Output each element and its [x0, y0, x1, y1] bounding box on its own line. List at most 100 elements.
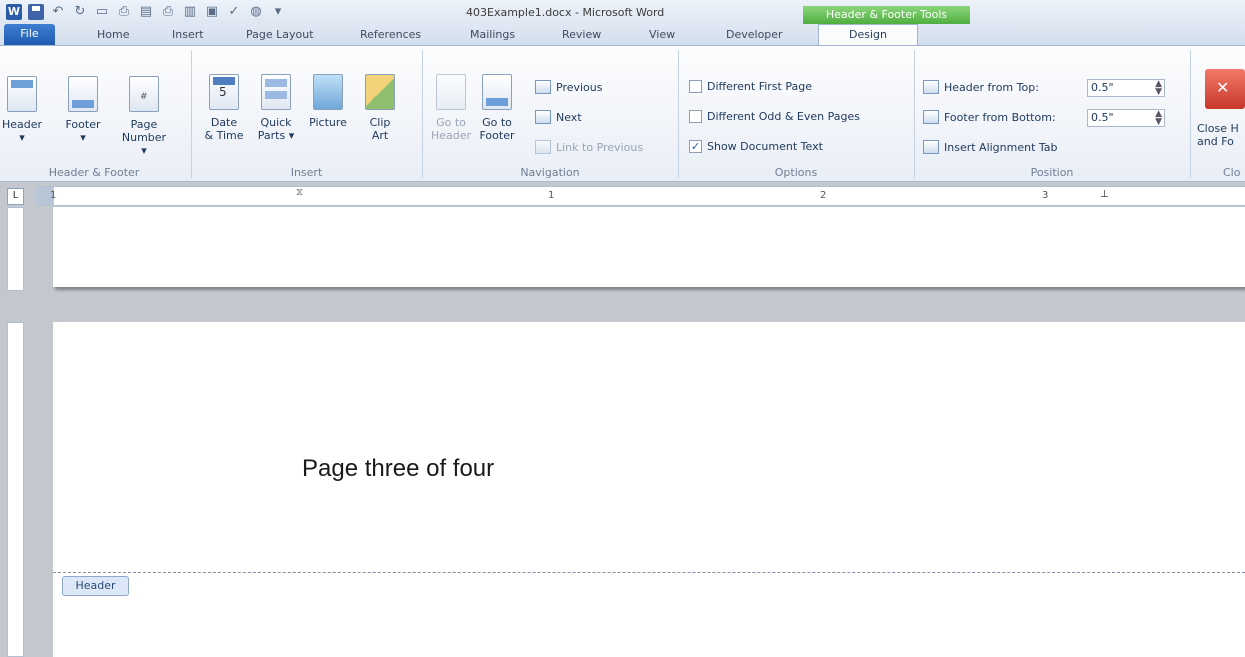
group-label-insert: Insert	[290, 166, 323, 179]
document-page[interactable]	[53, 322, 1245, 657]
tab-stop-icon[interactable]: ⊥	[1100, 189, 1109, 200]
group-label-navigation: Navigation	[520, 166, 580, 179]
next-button[interactable]: Next	[535, 110, 582, 124]
folder-icon[interactable]: ▥	[182, 4, 198, 20]
close-icon[interactable]	[1205, 69, 1245, 109]
tab-mailings[interactable]: Mailings	[470, 28, 515, 41]
tab-insert[interactable]: Insert	[172, 28, 204, 41]
vertical-ruler[interactable]	[7, 207, 24, 291]
spinner-arrows-icon[interactable]: ▲ ▼	[1155, 80, 1162, 97]
group-separator	[678, 50, 679, 178]
page-number-button[interactable]: # Page Number ▾	[118, 76, 170, 157]
redo-icon[interactable]: ↻	[72, 4, 88, 20]
quick-parts-button[interactable]: Quick Parts ▾	[254, 74, 298, 142]
group-label-header-footer: Header & Footer	[48, 166, 140, 179]
tab-developer[interactable]: Developer	[726, 28, 783, 41]
tab-view[interactable]: View	[649, 28, 675, 41]
save-icon[interactable]	[28, 4, 44, 20]
tab-references[interactable]: References	[360, 28, 421, 41]
ruler-left-marker: 1	[50, 190, 57, 201]
date-time-button[interactable]: 5 Date & Time	[202, 74, 246, 142]
page-number-icon: #	[129, 76, 159, 112]
group-header-footer: Header ▾ Footer ▾ # Page Number ▾ Header & …	[0, 46, 188, 182]
print-icon[interactable]: ⎙	[160, 4, 176, 20]
previous-button[interactable]: Previous	[535, 80, 603, 94]
refresh-icon[interactable]: ◍	[248, 4, 264, 20]
go-to-header-icon	[436, 74, 466, 110]
group-insert: 5 Date & Time Quick Parts ▾ Picture Clip Ar…	[194, 46, 419, 182]
contextual-tab-group-label: Header & Footer Tools	[803, 6, 970, 24]
link-icon	[535, 140, 551, 154]
alignment-tab-icon	[923, 140, 939, 154]
document-page[interactable]	[53, 207, 1245, 287]
next-icon	[535, 110, 551, 124]
picture-button[interactable]: Picture	[306, 74, 350, 129]
previous-icon	[535, 80, 551, 94]
group-position: Header from Top: 0.5" ▲ ▼ Footer from Bot…	[917, 46, 1187, 182]
clip-art-button[interactable]: Clip Art	[360, 74, 400, 142]
ruler-number: 1	[548, 190, 555, 201]
header-button[interactable]: Header ▾	[2, 76, 42, 144]
group-separator	[191, 50, 192, 178]
group-navigation: Go to Header Go to Footer Previous Next Li…	[425, 46, 675, 182]
ribbon-tab-bar: Home Insert Page Layout References Maili…	[0, 24, 1245, 45]
preview-icon[interactable]: ▣	[204, 4, 220, 20]
ruler-number: 3	[1042, 190, 1049, 201]
tab-design[interactable]: Design	[818, 24, 918, 46]
link-to-previous-button[interactable]: Link to Previous	[535, 140, 643, 154]
quick-access-toolbar: W ↶ ↻ ▭ ⎙ ▤ ⎙ ▥ ▣ ✓ ◍ ▾	[6, 4, 286, 20]
window-title: 403Example1.docx - Microsoft Word	[466, 6, 665, 19]
tab-home[interactable]: Home	[97, 28, 129, 41]
go-to-header-button[interactable]: Go to Header	[431, 74, 471, 142]
new-icon[interactable]: ▭	[94, 4, 110, 20]
spelling-icon[interactable]: ✓	[226, 4, 242, 20]
close-header-footer-button[interactable]: Close Hand Fo	[1197, 122, 1245, 148]
footer-from-bottom-input[interactable]: 0.5" ▲ ▼	[1087, 109, 1165, 127]
tab-review[interactable]: Review	[562, 28, 601, 41]
footer-from-bottom-label: Footer from Bottom:	[923, 110, 1056, 124]
customize-icon[interactable]: ▾	[270, 4, 286, 20]
group-close: Close Hand Fo Clo	[1193, 46, 1245, 182]
group-separator	[1190, 50, 1191, 178]
open-icon[interactable]: ▤	[138, 4, 154, 20]
calendar-icon: 5	[209, 74, 239, 110]
group-label-close: Clo	[1223, 166, 1241, 179]
undo-icon[interactable]: ↶	[50, 4, 66, 20]
print-preview-icon[interactable]: ⎙	[116, 4, 132, 20]
go-to-footer-icon	[482, 74, 512, 110]
ruler-number: 2	[820, 190, 827, 201]
different-first-page-checkbox[interactable]: Different First Page	[689, 80, 812, 93]
show-document-text-checkbox[interactable]: ✓ Show Document Text	[689, 140, 823, 153]
footer-button[interactable]: Footer ▾	[62, 76, 104, 144]
tab-page-layout[interactable]: Page Layout	[246, 28, 314, 41]
tab-selector[interactable]: L	[7, 188, 24, 205]
group-label-options: Options	[774, 166, 818, 179]
group-label-position: Position	[1030, 166, 1074, 179]
tab-file[interactable]: File	[4, 24, 55, 45]
group-separator	[422, 50, 423, 178]
group-separator	[914, 50, 915, 178]
header-position-icon	[923, 80, 939, 94]
different-odd-even-checkbox[interactable]: Different Odd & Even Pages	[689, 110, 860, 123]
title-bar: W ↶ ↻ ▭ ⎙ ▤ ⎙ ▥ ▣ ✓ ◍ ▾ 403Example1.docx…	[0, 0, 1245, 24]
checkbox-icon	[689, 80, 702, 93]
header-from-top-label: Header from Top:	[923, 80, 1039, 94]
indent-marker-icon[interactable]: ⧖	[296, 187, 303, 198]
horizontal-ruler[interactable]: 1 1 2 3 ⧖ ⊥	[36, 186, 1245, 206]
vertical-ruler[interactable]	[7, 322, 24, 657]
quick-parts-icon	[261, 74, 291, 110]
footer-position-icon	[923, 110, 939, 124]
go-to-footer-button[interactable]: Go to Footer	[477, 74, 517, 142]
spinner-arrows-icon[interactable]: ▲ ▼	[1155, 110, 1162, 127]
checkbox-icon	[689, 110, 702, 123]
header-tag: Header	[62, 576, 129, 596]
clip-art-icon	[365, 74, 395, 110]
document-body-text[interactable]: Page three of four	[302, 455, 494, 483]
ribbon: Header ▾ Footer ▾ # Page Number ▾ Header & …	[0, 45, 1245, 182]
header-icon	[7, 76, 37, 112]
header-from-top-input[interactable]: 0.5" ▲ ▼	[1087, 79, 1165, 97]
header-boundary	[53, 572, 1245, 573]
word-icon[interactable]: W	[6, 4, 22, 20]
insert-alignment-tab-button[interactable]: Insert Alignment Tab	[923, 140, 1058, 154]
group-options: Different First Page Different Odd & Eve…	[681, 46, 911, 182]
